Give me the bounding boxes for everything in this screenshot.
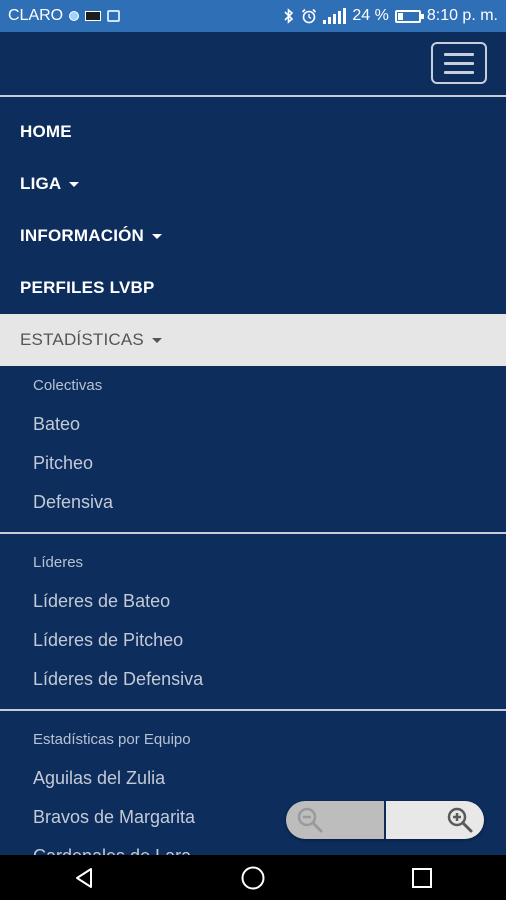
caret-down-icon xyxy=(151,337,162,343)
clock: 8:10 p. m. xyxy=(426,7,498,24)
zoom-in-icon xyxy=(447,807,473,833)
main-nav: HOME LIGA INFORMACIÓN PERFILES LVBP ESTA… xyxy=(0,106,506,366)
back-icon xyxy=(76,867,93,888)
recents-icon xyxy=(411,867,432,888)
hamburger-menu-icon[interactable] xyxy=(431,42,487,84)
recents-button[interactable] xyxy=(402,858,442,898)
nav-item-label: INFORMACIÓN xyxy=(20,226,145,245)
dropdown-item-pitcheo[interactable]: Pitcheo xyxy=(0,444,506,483)
status-bar: CLARO 24 % 8:10 p. m. xyxy=(0,0,506,32)
battery-icon xyxy=(394,9,424,23)
zoom-in-button[interactable] xyxy=(386,801,484,839)
header-divider xyxy=(0,95,506,97)
battery-percent: 24 % xyxy=(352,7,389,24)
nav-item-informacion[interactable]: INFORMACIÓN xyxy=(0,210,506,262)
dropdown-item-lideres-bateo[interactable]: Líderes de Bateo xyxy=(0,582,506,621)
zoom-control xyxy=(286,801,484,839)
alarm-icon xyxy=(302,8,317,24)
status-bar-right: 24 % 8:10 p. m. xyxy=(283,7,498,25)
android-navigation-bar xyxy=(0,855,506,900)
nav-item-label: LIGA xyxy=(20,174,62,193)
home-icon xyxy=(241,866,265,889)
back-button[interactable] xyxy=(64,858,104,898)
caret-down-icon xyxy=(152,233,163,239)
dropdown-item-lideres-defensiva[interactable]: Líderes de Defensiva xyxy=(0,660,506,699)
bluetooth-icon xyxy=(284,8,294,24)
app-header xyxy=(0,32,506,94)
dropdown-item-lideres-pitcheo[interactable]: Líderes de Pitcheo xyxy=(0,621,506,660)
zoom-out-icon xyxy=(297,807,323,833)
nav-item-estadisticas[interactable]: ESTADÍSTICAS xyxy=(0,314,506,366)
image-icon xyxy=(107,10,121,22)
dropdown-item-defensiva[interactable]: Defensiva xyxy=(0,483,506,522)
nav-item-label: HOME xyxy=(20,122,72,141)
dropdown-item-aguilas-del-zulia[interactable]: Aguilas del Zulia xyxy=(0,759,506,798)
dropdown-group-header: Estadísticas por Equipo xyxy=(33,730,191,748)
nav-item-perfiles-lvbp[interactable]: PERFILES LVBP xyxy=(0,262,506,314)
dropdown-divider xyxy=(0,532,506,534)
status-bar-left: CLARO xyxy=(8,7,121,25)
dropdown-group-header: Colectivas xyxy=(33,376,103,394)
nav-item-label: PERFILES LVBP xyxy=(20,278,155,297)
estadisticas-dropdown: Colectivas Bateo Pitcheo Defensiva Líder… xyxy=(0,365,506,876)
nav-item-home[interactable]: HOME xyxy=(0,106,506,158)
nav-item-label: ESTADÍSTICAS xyxy=(20,330,144,349)
carrier-name: CLARO xyxy=(8,7,64,24)
dropdown-divider xyxy=(0,709,506,711)
notification-dot-icon xyxy=(69,11,80,21)
sim-icon xyxy=(85,11,102,21)
home-button[interactable] xyxy=(233,858,273,898)
dropdown-group-header: Líderes xyxy=(33,553,84,571)
zoom-out-button[interactable] xyxy=(286,801,384,839)
signal-icon xyxy=(323,8,347,24)
caret-down-icon xyxy=(69,181,80,187)
nav-item-liga[interactable]: LIGA xyxy=(0,158,506,210)
dropdown-item-bateo[interactable]: Bateo xyxy=(0,405,506,444)
